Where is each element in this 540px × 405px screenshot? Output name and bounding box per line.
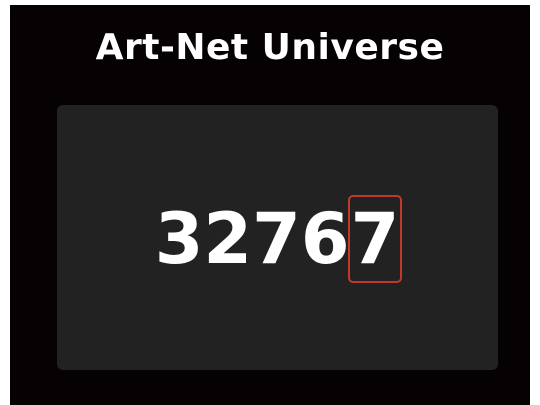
universe-value-editor[interactable]: 32767 bbox=[57, 195, 498, 283]
value-panel[interactable]: 32767 bbox=[57, 105, 498, 370]
screen: Art-Net Universe 32767 bbox=[10, 5, 530, 405]
page-title: Art-Net Universe bbox=[95, 27, 445, 68]
digit-1[interactable]: 3 bbox=[155, 199, 204, 279]
digit-3[interactable]: 7 bbox=[252, 199, 301, 279]
digit-4[interactable]: 6 bbox=[301, 199, 350, 279]
digit-2[interactable]: 2 bbox=[203, 199, 252, 279]
digit-5-selected[interactable]: 7 bbox=[347, 195, 403, 283]
